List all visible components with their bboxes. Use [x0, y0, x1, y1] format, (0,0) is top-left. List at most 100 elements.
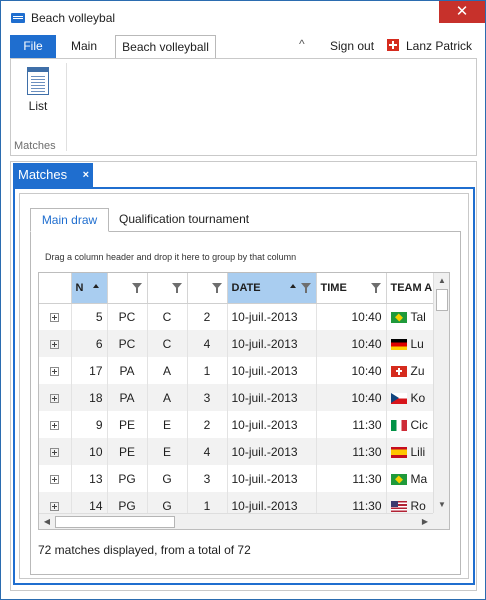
filter-icon[interactable]: [171, 283, 182, 293]
bra-flag-icon: [390, 312, 407, 324]
matches-document-tab[interactable]: Matches ×: [13, 163, 93, 187]
ger-flag-icon: [390, 338, 407, 350]
expand-row-icon[interactable]: [50, 447, 60, 457]
team-a-name: Ko: [410, 390, 426, 405]
app-window: Beach volleybal ✕ File Main Beach volley…: [0, 0, 486, 600]
expand-row-cell: [39, 330, 72, 357]
table-row[interactable]: 13 PG G 3 10-juil.-2013 11:30 Ma: [39, 465, 447, 492]
match-number-cell: 5: [71, 303, 108, 330]
pool-cell: C: [147, 303, 188, 330]
file-tab[interactable]: File: [10, 35, 56, 58]
pool-code-cell: PC: [107, 330, 148, 357]
date-cell: 10-juil.-2013: [227, 438, 317, 465]
tab-qualification-tournament[interactable]: Qualification tournament: [119, 212, 249, 226]
sort-ascending-icon: [92, 284, 99, 288]
scrollbar-corner: [433, 513, 449, 529]
list-button[interactable]: List: [21, 65, 55, 119]
match-number-cell: 10: [71, 438, 108, 465]
pool-cell: A: [147, 357, 188, 384]
scroll-down-icon[interactable]: ▼: [434, 497, 450, 513]
column-header-team-a-label: TEAM A: [390, 281, 433, 294]
matches-count-status: 72 matches displayed, from a total of 72: [38, 543, 251, 557]
table-row[interactable]: 9 PE E 2 10-juil.-2013 11:30 Cic: [39, 411, 447, 438]
ita-flag-icon: [390, 419, 407, 431]
pool-cell: C: [147, 330, 188, 357]
ribbon-group-divider: [66, 63, 67, 151]
expand-row-icon[interactable]: [50, 313, 60, 323]
filter-icon[interactable]: [300, 283, 311, 293]
ribbon-panel: List Matches: [10, 58, 477, 156]
expand-row-icon[interactable]: [50, 339, 60, 349]
table-row[interactable]: 6 PC C 4 10-juil.-2013 10:40 Lu: [39, 330, 447, 357]
scroll-up-icon[interactable]: ▲: [434, 273, 450, 289]
pool-code-cell: PA: [107, 384, 148, 411]
group-by-hint[interactable]: Drag a column header and drop it here to…: [45, 252, 296, 262]
time-cell: 10:40: [316, 357, 387, 384]
expand-row-cell: [39, 438, 72, 465]
esp-flag-icon: [390, 446, 407, 458]
horizontal-scroll-thumb[interactable]: [55, 516, 175, 528]
grid-body: 5 PC C 2 10-juil.-2013 10:40 Tal 6 PC C 4 10-juil.-…: [39, 303, 447, 519]
expand-row-icon[interactable]: [50, 420, 60, 430]
column-header-pool[interactable]: [147, 273, 188, 304]
filter-icon[interactable]: [131, 283, 142, 293]
column-header-time[interactable]: TIME: [316, 273, 387, 304]
date-cell: 10-juil.-2013: [227, 411, 317, 438]
expand-row-icon[interactable]: [50, 501, 60, 511]
time-cell: 10:40: [316, 384, 387, 411]
filter-icon[interactable]: [211, 283, 222, 293]
horizontal-scrollbar[interactable]: ◀ ▶: [39, 513, 433, 529]
team-a-name: Tal: [410, 309, 426, 324]
table-row[interactable]: 17 PA A 1 10-juil.-2013 10:40 Zu: [39, 357, 447, 384]
team-a-name: Ro: [410, 498, 426, 513]
vertical-scrollbar[interactable]: ▲ ▼: [433, 273, 449, 513]
usa-flag-icon: [390, 500, 407, 512]
time-cell: 11:30: [316, 465, 387, 492]
close-window-button[interactable]: ✕: [439, 1, 485, 23]
tab-main-draw[interactable]: Main draw: [30, 208, 109, 232]
ribbon-tab-main[interactable]: Main: [71, 39, 97, 53]
scroll-left-icon[interactable]: ◀: [39, 514, 55, 530]
pool-code-cell: PE: [107, 438, 148, 465]
date-cell: 10-juil.-2013: [227, 303, 317, 330]
expand-row-cell: [39, 411, 72, 438]
collapse-ribbon-icon[interactable]: ^: [299, 37, 305, 51]
pool-cell: E: [147, 438, 188, 465]
sui-flag-icon: [390, 365, 407, 377]
expand-row-icon[interactable]: [50, 474, 60, 484]
column-header-court[interactable]: [187, 273, 228, 304]
header-row: N DATE TIME TEAM A: [39, 273, 447, 304]
team-a-name: Lili: [410, 444, 426, 459]
date-cell: 10-juil.-2013: [227, 330, 317, 357]
app-icon: [11, 13, 25, 23]
pool-code-cell: PA: [107, 357, 148, 384]
filter-icon[interactable]: [370, 283, 381, 293]
pool-cell: E: [147, 411, 188, 438]
column-header-number[interactable]: N: [71, 273, 108, 304]
table-row[interactable]: 18 PA A 3 10-juil.-2013 10:40 Ko: [39, 384, 447, 411]
scroll-right-icon[interactable]: ▶: [417, 514, 433, 530]
column-header-pool-code[interactable]: [107, 273, 148, 304]
court-cell: 3: [187, 384, 228, 411]
table-row[interactable]: 10 PE E 4 10-juil.-2013 11:30 Lili: [39, 438, 447, 465]
window-title: Beach volleybal: [31, 11, 116, 25]
column-header-date[interactable]: DATE: [227, 273, 317, 304]
ribbon-tab-beach-volleyball[interactable]: Beach volleyball: [115, 35, 216, 59]
match-number-cell: 6: [71, 330, 108, 357]
expand-row-icon[interactable]: [50, 393, 60, 403]
match-number-cell: 17: [71, 357, 108, 384]
expand-row-icon[interactable]: [50, 366, 60, 376]
list-button-label: List: [28, 99, 48, 113]
expand-column-header: [39, 273, 72, 304]
vertical-scroll-thumb[interactable]: [436, 289, 448, 311]
close-tab-icon[interactable]: ×: [83, 163, 89, 187]
table-row[interactable]: 5 PC C 2 10-juil.-2013 10:40 Tal: [39, 303, 447, 330]
pool-cell: G: [147, 465, 188, 492]
sign-out-link[interactable]: Sign out: [330, 39, 374, 53]
pool-code-cell: PE: [107, 411, 148, 438]
column-header-date-label: DATE: [231, 281, 261, 294]
date-cell: 10-juil.-2013: [227, 357, 317, 384]
pool-code-cell: PG: [107, 465, 148, 492]
ribbon-group-label: Matches: [14, 140, 56, 152]
pool-cell: A: [147, 384, 188, 411]
